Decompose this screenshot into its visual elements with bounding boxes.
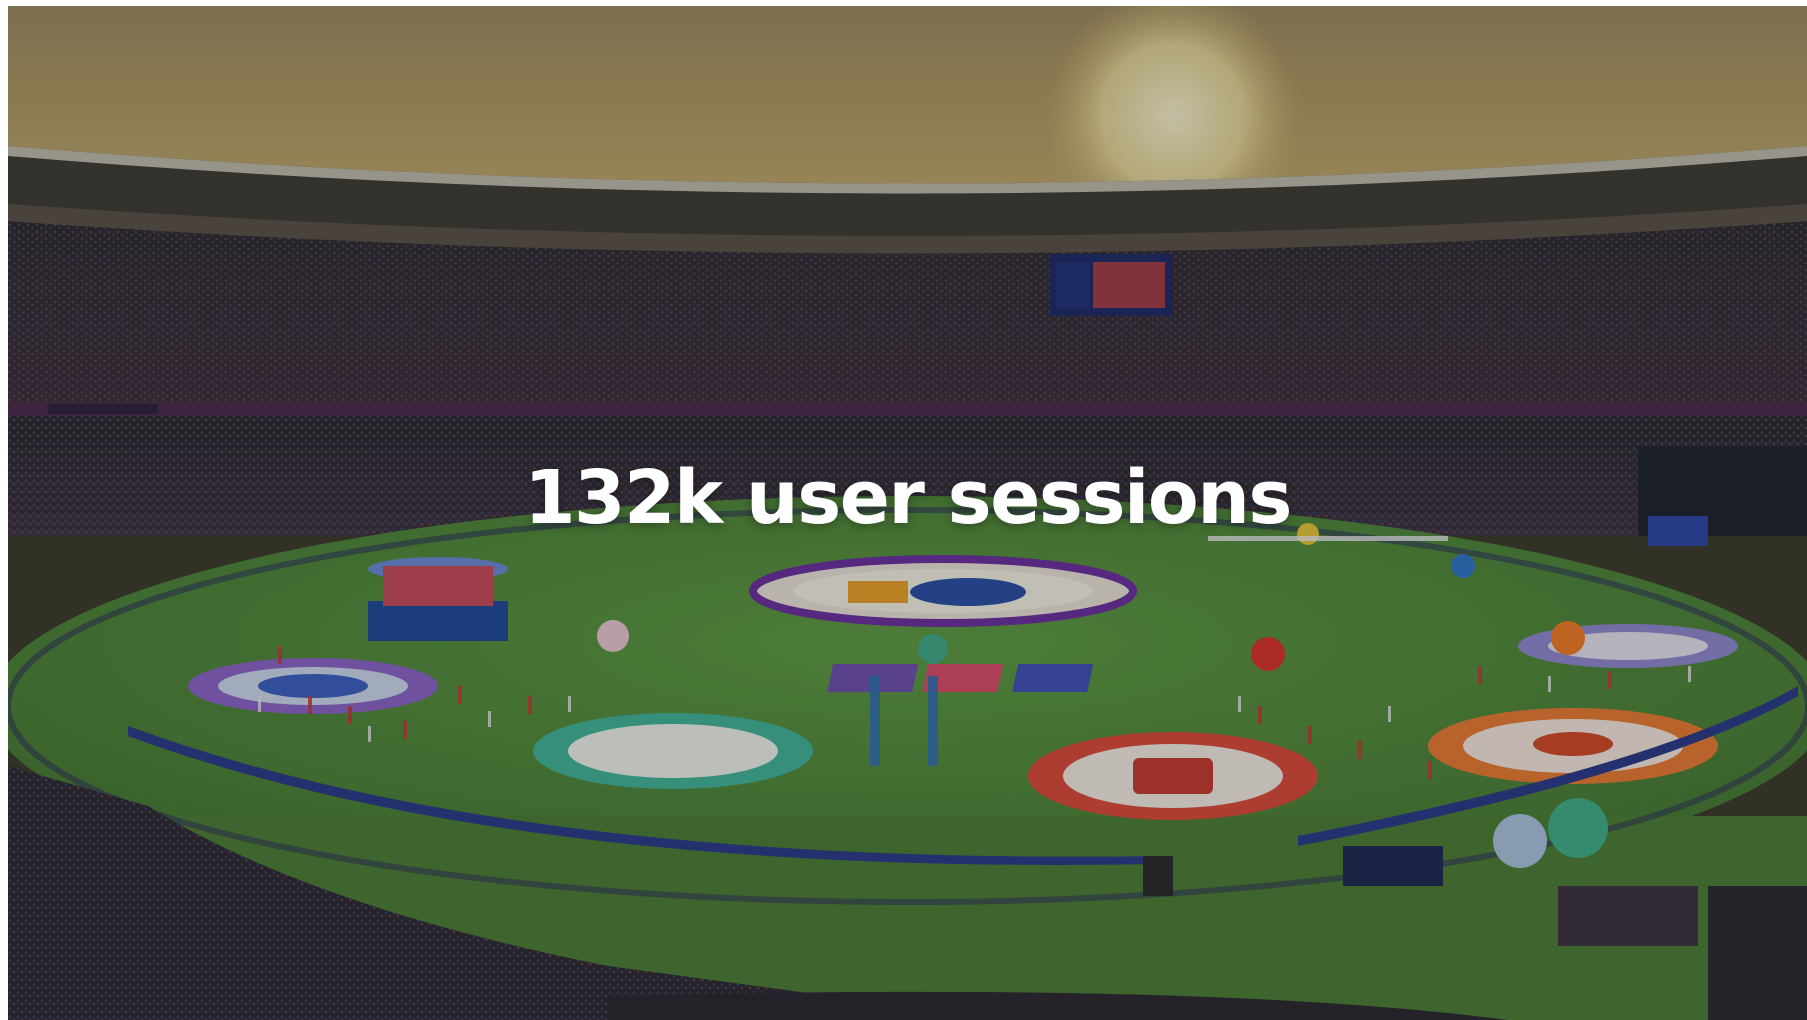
hero-banner: 132k user sessions: [8, 6, 1807, 1020]
headline: 132k user sessions: [524, 455, 1292, 541]
